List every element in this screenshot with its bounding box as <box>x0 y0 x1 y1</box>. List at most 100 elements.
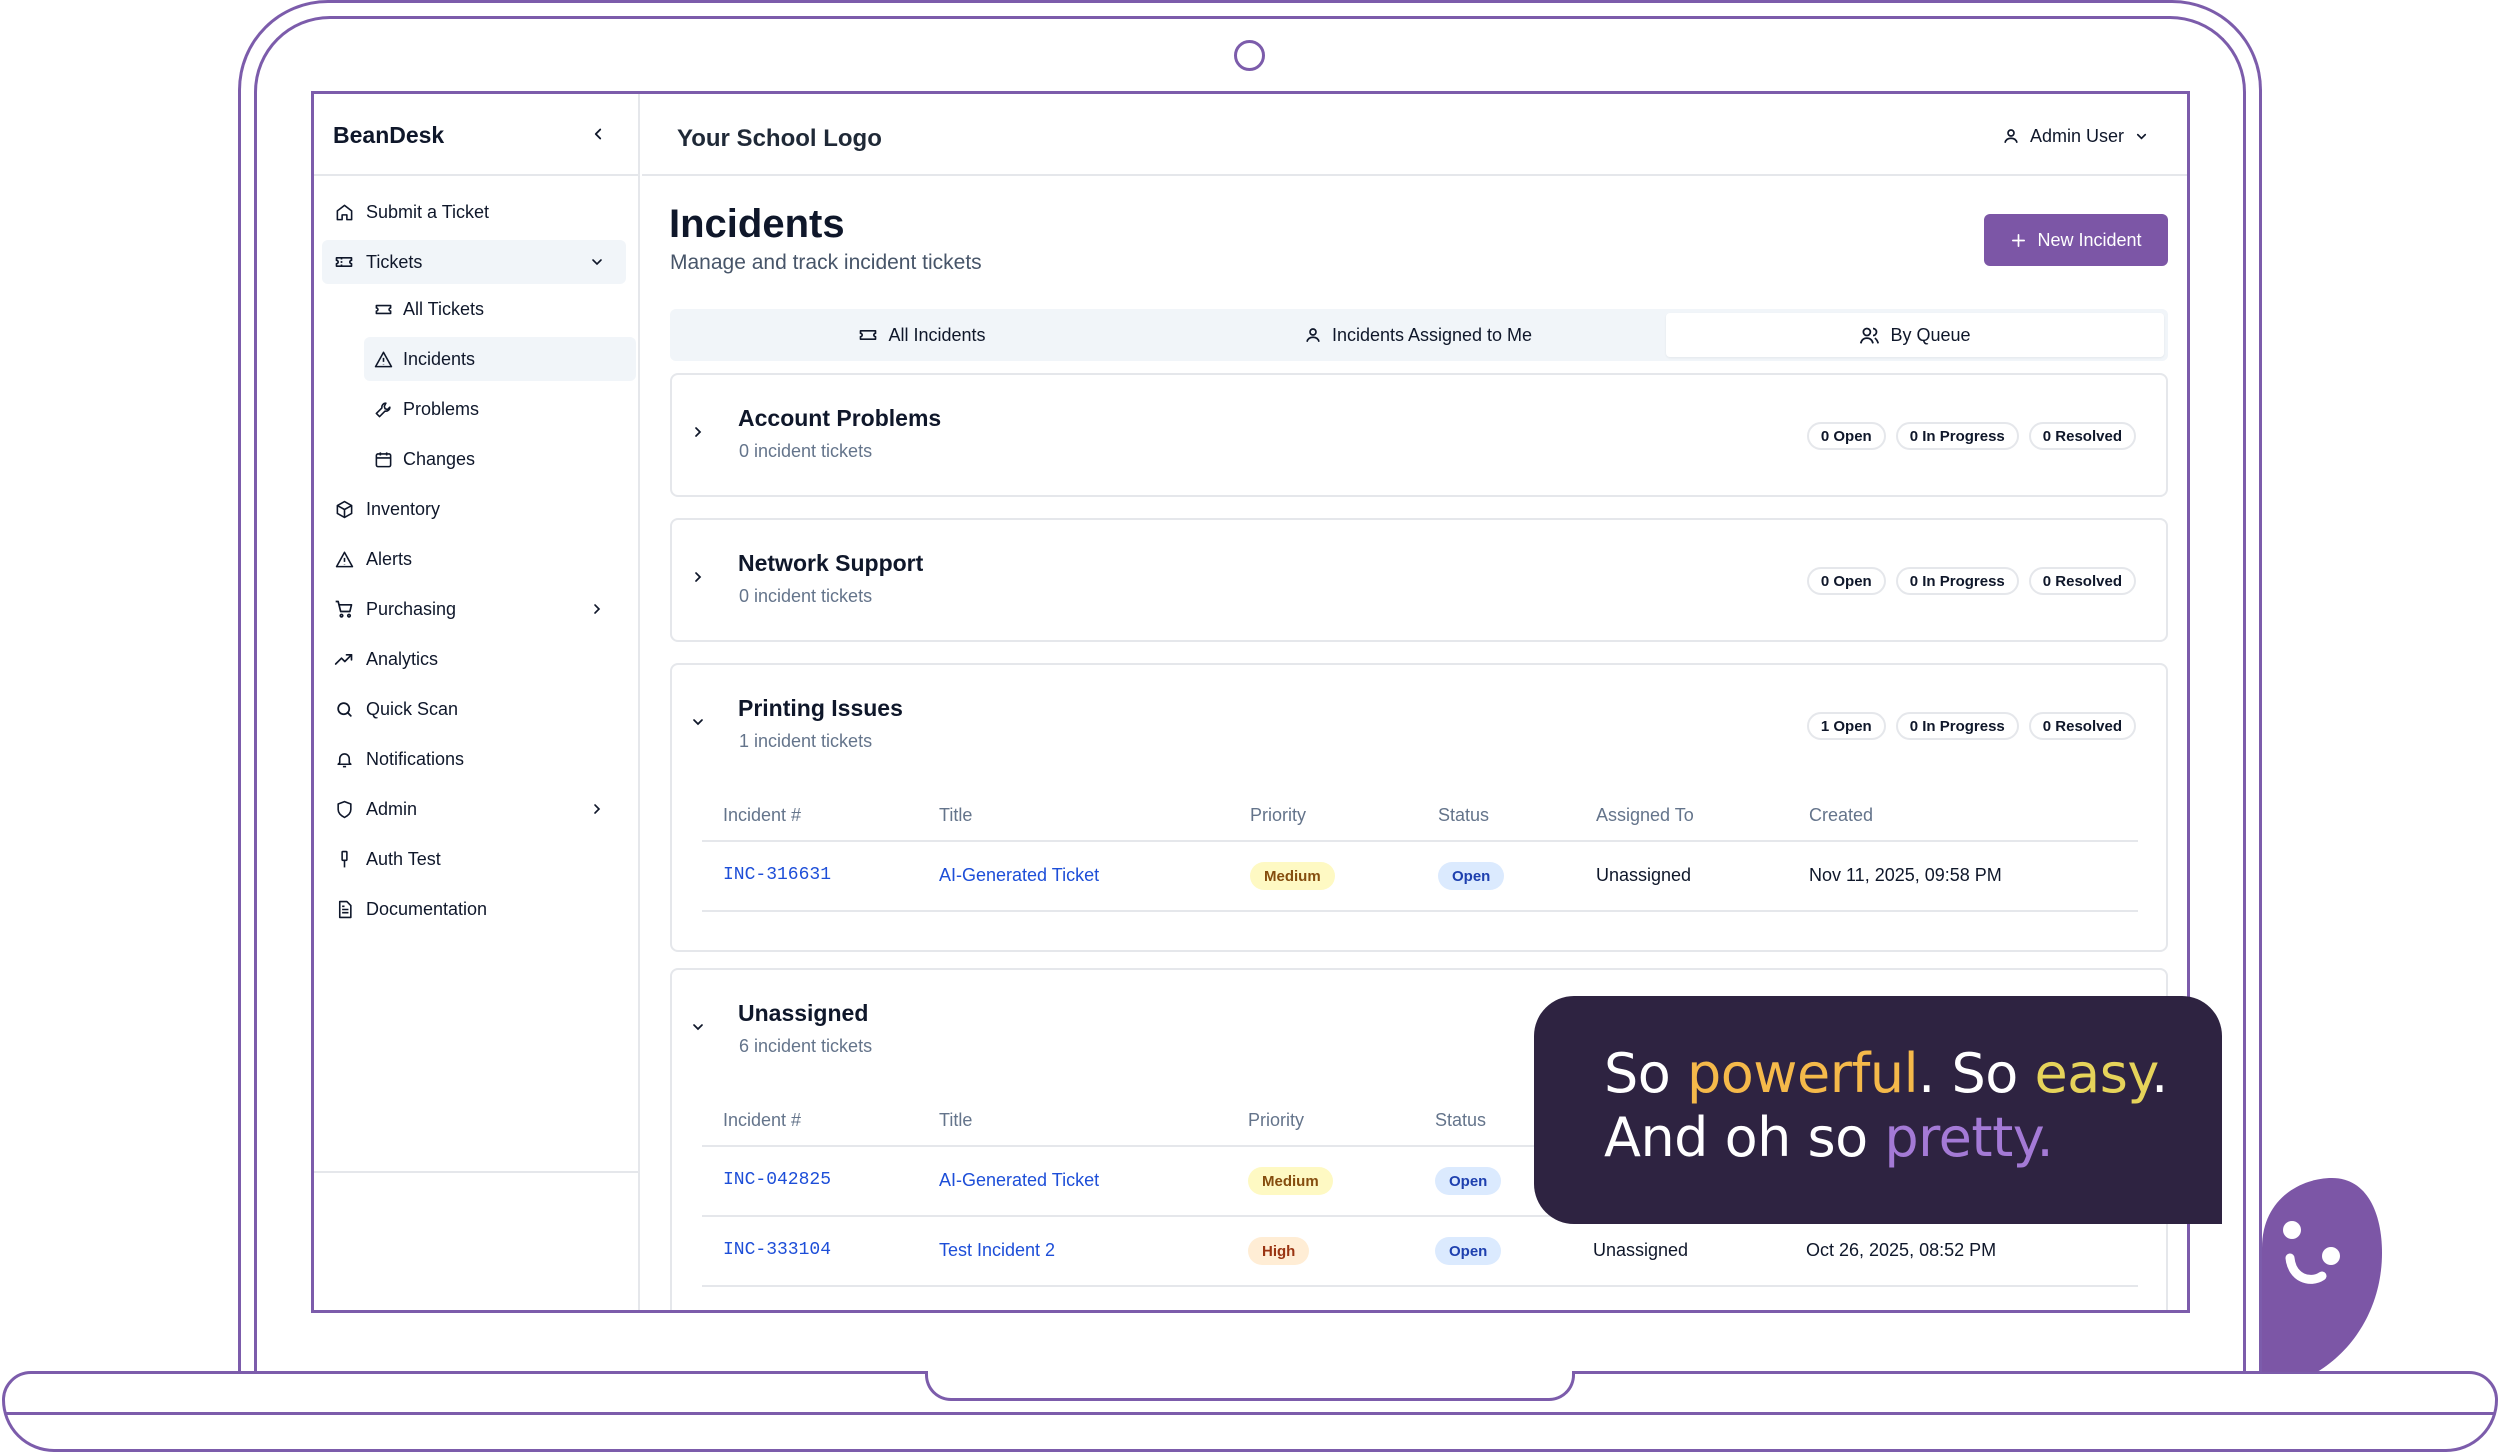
sidebar-subitem-label: Changes <box>403 448 476 469</box>
column-header-incident: Incident # <box>723 1110 802 1130</box>
sidebar-item-label: Auth Test <box>366 848 441 869</box>
tab-by-queue[interactable]: By Queue <box>1666 313 2164 357</box>
sidebar-subitem-label: All Tickets <box>403 298 485 319</box>
status-badge: Open <box>1435 1237 1502 1265</box>
alert-triangle-icon <box>372 348 394 370</box>
sidebar-item-tickets[interactable]: Tickets <box>322 240 626 284</box>
table-header: Incident # Title Priority Status Assigne… <box>702 788 2138 842</box>
sidebar-item-purchasing[interactable]: Purchasing <box>322 587 626 631</box>
sidebar-item-label: Inventory <box>366 498 441 519</box>
shield-icon <box>333 798 355 820</box>
column-header-status: Status <box>1435 1110 1487 1130</box>
promo-highlight-powerful: powerful <box>1686 1042 1919 1105</box>
brand-name: BeanDesk <box>333 122 445 148</box>
promo-highlight-pretty: pretty. <box>1884 1106 2054 1169</box>
column-header-status: Status <box>1438 805 1490 825</box>
mascot-bean-icon <box>2262 1178 2382 1372</box>
sidebar-item-notifications[interactable]: Notifications <box>322 737 626 781</box>
sidebar-item-label: Admin <box>366 798 418 819</box>
sidebar-item-label: Analytics <box>366 648 439 669</box>
queue-badges: 0 Open 0 In Progress 0 Resolved <box>1806 567 2136 595</box>
bell-icon <box>333 748 355 770</box>
sidebar-subitem-incidents[interactable]: Incidents <box>364 337 636 381</box>
incident-id-link[interactable]: INC-333104 <box>723 1240 831 1260</box>
sidebar-item-auth-test[interactable]: Auth Test <box>322 837 626 881</box>
sidebar-item-label: Tickets <box>366 251 423 272</box>
school-logo: Your School Logo <box>677 125 882 152</box>
tab-assigned-to-me[interactable]: Incidents Assigned to Me <box>1170 313 1666 357</box>
open-badge: 1 Open <box>1806 712 1886 740</box>
expand-toggle[interactable] <box>686 420 710 444</box>
users-icon <box>1860 327 1880 344</box>
incident-id-link[interactable]: INC-042825 <box>723 1170 831 1190</box>
status-badge: Open <box>1435 1167 1502 1195</box>
incident-title-link[interactable]: Test Incident 2 <box>939 1240 1055 1261</box>
incident-title-link[interactable]: AI-Generated Ticket <box>939 865 1099 886</box>
priority-badge: High <box>1248 1237 1310 1265</box>
sidebar-item-quick-scan[interactable]: Quick Scan <box>322 687 626 731</box>
user-menu[interactable]: Admin User <box>2002 118 2149 154</box>
box-icon <box>333 498 355 520</box>
promo-banner: So powerful. So easy. And oh so pretty. <box>1534 996 2222 1224</box>
sidebar-subitem-all-tickets[interactable]: All Tickets <box>364 287 636 331</box>
collapse-toggle[interactable] <box>686 1015 710 1039</box>
promo-text: . <box>2151 1042 2168 1105</box>
sidebar-item-inventory[interactable]: Inventory <box>322 487 626 531</box>
queue-name: Unassigned <box>738 1000 869 1026</box>
column-header-title: Title <box>939 1110 973 1130</box>
created-date: Oct 26, 2025, 08:52 PM <box>1806 1240 1997 1260</box>
sidebar-header: BeanDesk <box>314 94 638 176</box>
plus-icon <box>2012 233 2026 247</box>
promo-text: . So <box>1918 1042 2035 1105</box>
chevron-right-icon <box>695 427 702 437</box>
tab-all-incidents[interactable]: All Incidents <box>674 313 1170 357</box>
sidebar-item-submit-ticket[interactable]: Submit a Ticket <box>322 190 626 234</box>
wrench-icon <box>372 398 394 420</box>
user-icon <box>1306 328 1320 343</box>
table-row[interactable]: INC-333104 Test Incident 2 High Open Una… <box>702 1217 2138 1287</box>
incident-id-link[interactable]: INC-316631 <box>723 865 831 885</box>
sidebar-subitem-changes[interactable]: Changes <box>364 437 636 481</box>
sidebar-item-label: Notifications <box>366 748 465 769</box>
chevron-down-icon <box>586 251 608 273</box>
resolved-badge: 0 Resolved <box>2028 422 2136 450</box>
chevron-right-icon <box>695 572 702 582</box>
sidebar-item-label: Documentation <box>366 898 488 919</box>
table-row[interactable]: INC-316631 AI-Generated Ticket Medium Op… <box>702 842 2138 912</box>
collapse-toggle[interactable] <box>686 710 710 734</box>
queue-count: 1 incident tickets <box>739 731 873 751</box>
expand-toggle[interactable] <box>686 565 710 589</box>
new-incident-label: New Incident <box>2037 229 2142 250</box>
sidebar-item-analytics[interactable]: Analytics <box>322 637 626 681</box>
ticket-icon <box>333 251 355 273</box>
chevron-right-icon <box>586 598 608 620</box>
incident-title-link[interactable]: AI-Generated Ticket <box>939 1170 1099 1191</box>
incident-tabs: All Incidents Incidents Assigned to Me B… <box>670 309 2168 361</box>
column-header-title: Title <box>939 805 973 825</box>
in-progress-badge: 0 In Progress <box>1895 567 2019 595</box>
sidebar-footer-divider <box>314 1171 638 1173</box>
queue-count: 0 incident tickets <box>739 441 873 461</box>
promo-line-1: So powerful. So easy. <box>1604 1042 2168 1105</box>
queue-name: Printing Issues <box>738 695 903 721</box>
search-icon <box>333 698 355 720</box>
sidebar-subitem-problems[interactable]: Problems <box>364 387 636 431</box>
chevron-down-icon <box>693 719 703 726</box>
sidebar-item-label: Alerts <box>366 548 413 569</box>
status-badge: Open <box>1438 862 1505 890</box>
sidebar: BeanDesk Submit a Ticket Tickets All Tic… <box>314 94 640 1310</box>
top-bar: Your School Logo Admin User <box>642 94 2187 176</box>
collapse-sidebar-button[interactable] <box>580 116 616 152</box>
sidebar-item-alerts[interactable]: Alerts <box>322 537 626 581</box>
resolved-badge: 0 Resolved <box>2028 567 2136 595</box>
key-icon <box>333 848 355 870</box>
queue-group-printing-issues: Printing Issues 1 incident tickets 1 Ope… <box>670 663 2168 952</box>
sidebar-item-documentation[interactable]: Documentation <box>322 887 626 931</box>
priority-badge: Medium <box>1248 1167 1333 1195</box>
column-header-assigned: Assigned To <box>1596 805 1694 825</box>
in-progress-badge: 0 In Progress <box>1895 712 2019 740</box>
new-incident-button[interactable]: New Incident <box>1984 214 2168 266</box>
promo-text: So <box>1604 1042 1687 1105</box>
chevron-down-icon <box>693 1024 703 1031</box>
sidebar-item-admin[interactable]: Admin <box>322 787 626 831</box>
